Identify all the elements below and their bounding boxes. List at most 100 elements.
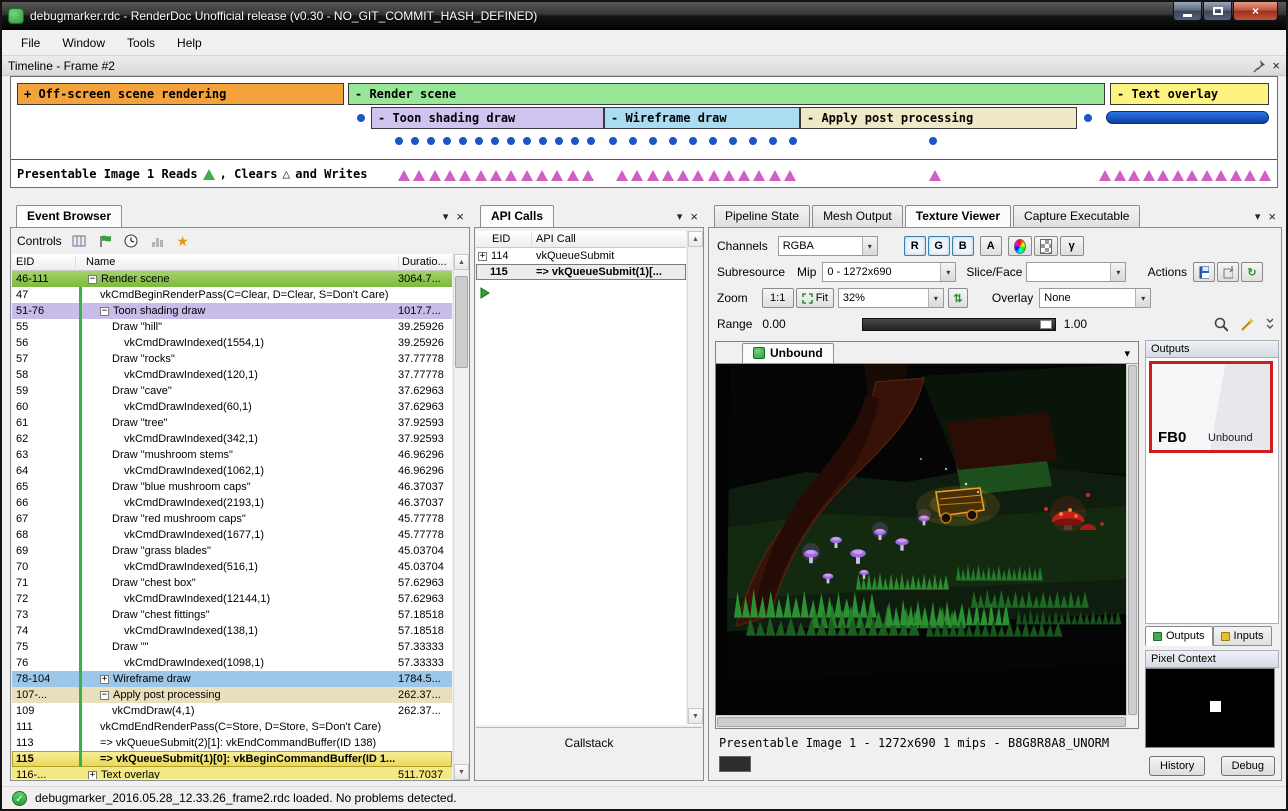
timeline-bar-wireframe[interactable]: - Wireframe draw — [604, 107, 800, 129]
columns-icon[interactable] — [70, 232, 88, 250]
channel-alpha-button[interactable]: A — [980, 236, 1002, 256]
scroll-up-icon[interactable]: ▲ — [688, 231, 703, 247]
api-call-row-selected[interactable]: 115 => vkQueueSubmit(1)[... — [476, 264, 686, 280]
event-row[interactable]: 111vkCmdEndRenderPass(C=Store, D=Store, … — [12, 719, 452, 735]
timeline-panel[interactable]: + Off-screen scene rendering - Render sc… — [10, 76, 1278, 188]
menu-tools[interactable]: Tools — [116, 32, 166, 54]
event-row[interactable]: 75Draw ""57.33333 — [12, 639, 452, 655]
tab-capture-executable[interactable]: Capture Executable — [1013, 205, 1140, 227]
texture-viewport[interactable] — [716, 364, 1127, 716]
api-calls-scrollbar[interactable]: ▲ ▼ — [687, 231, 703, 724]
col-eid[interactable]: EID — [476, 233, 532, 245]
event-row[interactable]: 70vkCmdDrawIndexed(516,1)45.03704 — [12, 559, 452, 575]
event-row[interactable]: 68vkCmdDrawIndexed(1677,1)45.77778 — [12, 527, 452, 543]
write-markers[interactable] — [929, 170, 941, 181]
event-row[interactable]: 116-...+Text overlay511.7037 — [12, 767, 452, 779]
panel-menu-icon[interactable]: ▾ — [677, 210, 683, 223]
flip-y-button[interactable]: ⇅ — [948, 288, 968, 308]
event-row[interactable]: 57Draw "rocks"37.77778 — [12, 351, 452, 367]
menu-file[interactable]: File — [10, 32, 51, 54]
event-row[interactable]: 113=> vkQueueSubmit(2)[1]: vkEndCommandB… — [12, 735, 452, 751]
event-row[interactable]: 47vkCmdBeginRenderPass(C=Clear, D=Clear,… — [12, 287, 452, 303]
event-row[interactable]: 56vkCmdDrawIndexed(1554,1)39.25926 — [12, 335, 452, 351]
event-row[interactable]: 73Draw "chest fittings"57.18518 — [12, 607, 452, 623]
range-slider[interactable] — [862, 318, 1056, 331]
close-button[interactable]: × — [1233, 2, 1278, 21]
texture-list-dropdown-icon[interactable]: ▾ — [1124, 347, 1130, 360]
callstack-splitter[interactable] — [476, 724, 702, 728]
write-markers[interactable] — [398, 170, 594, 181]
timeline-draw-dots[interactable] — [609, 137, 797, 145]
tab-pipeline-state[interactable]: Pipeline State — [714, 205, 810, 227]
pin-icon[interactable] — [1252, 59, 1266, 73]
tab-mesh-output[interactable]: Mesh Output — [812, 205, 903, 227]
time-clock-icon[interactable] — [122, 232, 140, 250]
panel-menu-icon[interactable]: ▾ — [443, 210, 449, 223]
event-row[interactable]: 72vkCmdDrawIndexed(12144,1)57.62963 — [12, 591, 452, 607]
autofit-button[interactable] — [1235, 314, 1259, 334]
channel-green-button[interactable]: G — [928, 236, 950, 256]
history-button[interactable]: History — [1149, 756, 1205, 776]
event-row[interactable]: 76vkCmdDrawIndexed(1098,1)57.33333 — [12, 655, 452, 671]
timeline-bar-offscreen[interactable]: + Off-screen scene rendering — [17, 83, 344, 105]
event-row[interactable]: 59Draw "cave"37.62963 — [12, 383, 452, 399]
expand-icon[interactable]: + — [88, 771, 97, 780]
collapse-icon[interactable]: − — [100, 691, 109, 700]
maximize-button[interactable] — [1203, 2, 1232, 21]
timeline-bar-toon[interactable]: - Toon shading draw — [371, 107, 604, 129]
event-row[interactable]: 51-76−Toon shading draw1017.7... — [12, 303, 452, 319]
scrollbar-thumb[interactable] — [455, 276, 468, 368]
panel-close-icon[interactable]: × — [456, 211, 464, 223]
timeline-draw-dots[interactable] — [395, 137, 595, 145]
event-row[interactable]: 69Draw "grass blades"45.03704 — [12, 543, 452, 559]
event-row[interactable]: 109vkCmdDraw(4,1)262.37... — [12, 703, 452, 719]
zoom-select[interactable]: 32% ▾ — [838, 288, 944, 308]
pixel-context-view[interactable] — [1145, 668, 1275, 748]
event-browser-scrollbar[interactable]: ▲ ▼ — [453, 254, 469, 780]
zoom-1-1-button[interactable]: 1:1 — [762, 288, 794, 308]
menu-window[interactable]: Window — [51, 32, 116, 54]
col-eid[interactable]: EID — [12, 256, 76, 268]
refresh-button[interactable]: ↻ — [1241, 262, 1263, 282]
panel-close-icon[interactable]: × — [690, 211, 698, 223]
timeline-event-dot[interactable] — [357, 114, 365, 122]
write-markers[interactable] — [616, 170, 796, 181]
tab-outputs[interactable]: Outputs — [1145, 626, 1213, 646]
panel-menu-icon[interactable]: ▾ — [1255, 210, 1261, 223]
event-row[interactable]: 78-104+Wireframe draw1784.5... — [12, 671, 452, 687]
tab-api-calls[interactable]: API Calls — [480, 205, 554, 227]
zoom-range-button[interactable] — [1209, 314, 1233, 334]
expand-icon[interactable]: + — [100, 675, 109, 684]
event-row[interactable]: 65Draw "blue mushroom caps"46.37037 — [12, 479, 452, 495]
jump-flag-icon[interactable] — [96, 232, 114, 250]
event-row[interactable]: 64vkCmdDrawIndexed(1062,1)46.96296 — [12, 463, 452, 479]
event-row[interactable]: 58vkCmdDrawIndexed(120,1)37.77778 — [12, 367, 452, 383]
bookmark-star-icon[interactable]: ★ — [174, 232, 192, 250]
scroll-down-icon[interactable]: ▼ — [688, 708, 703, 724]
toolbar-overflow-icon[interactable] — [1265, 317, 1275, 331]
api-calls-column-headers[interactable]: EID API Call — [476, 231, 686, 248]
event-row[interactable]: 67Draw "red mushroom caps"45.77778 — [12, 511, 452, 527]
stats-chart-icon[interactable] — [148, 232, 166, 250]
timeline-close-icon[interactable]: × — [1272, 60, 1280, 72]
event-row[interactable]: 107-...−Apply post processing262.37... — [12, 687, 452, 703]
collapse-icon[interactable]: − — [100, 307, 109, 316]
mip-select[interactable]: 0 - 1272x690 ▾ — [822, 262, 956, 282]
event-row-selected[interactable]: 115=> vkQueueSubmit(1)[0]: vkBeginComman… — [12, 751, 452, 767]
timeline-bar-post[interactable]: - Apply post processing — [800, 107, 1077, 129]
event-row[interactable]: 55Draw "hill"39.25926 — [12, 319, 452, 335]
debug-button[interactable]: Debug — [1221, 756, 1275, 776]
menu-help[interactable]: Help — [166, 32, 213, 54]
tab-inputs[interactable]: Inputs — [1213, 626, 1272, 646]
col-duration[interactable]: Duratio... — [398, 256, 452, 268]
gamma-button[interactable]: γ — [1060, 236, 1084, 256]
open-external-button[interactable] — [1217, 262, 1239, 282]
timeline-event-dot[interactable] — [1084, 114, 1092, 122]
custom-display-button[interactable] — [1008, 236, 1032, 256]
timeline-draw-dot[interactable] — [929, 137, 937, 145]
tab-event-browser[interactable]: Event Browser — [16, 205, 122, 227]
timeline-bar-render-scene[interactable]: - Render scene — [348, 83, 1105, 105]
tab-texture-viewer[interactable]: Texture Viewer — [905, 205, 1011, 227]
fb0-thumbnail[interactable]: FB0 Unbound — [1149, 361, 1273, 453]
event-row[interactable]: 74vkCmdDrawIndexed(138,1)57.18518 — [12, 623, 452, 639]
